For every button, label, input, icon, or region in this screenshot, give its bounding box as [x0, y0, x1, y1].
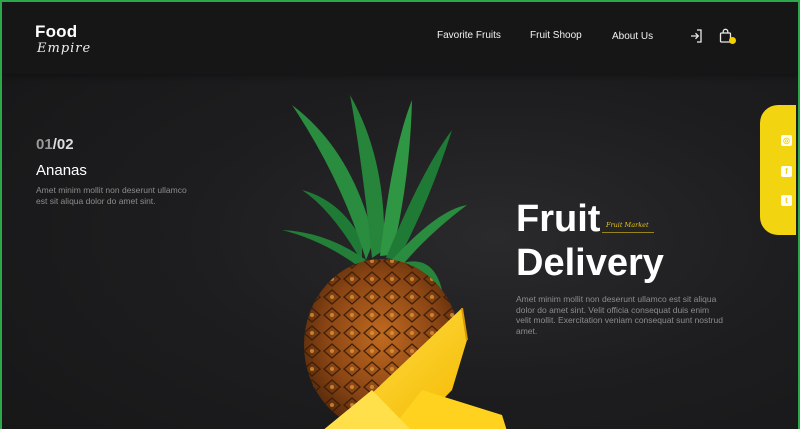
login-icon[interactable]	[688, 28, 704, 44]
twitter-icon[interactable]: t	[781, 195, 792, 206]
slide-counter: 01/02	[36, 136, 74, 153]
nav-favorite-fruits[interactable]: Favorite Fruits	[437, 30, 501, 41]
hero-description: Amet minim mollit non deserunt ullamco e…	[516, 294, 723, 336]
slide-description: Amet minim mollit non deserunt ullamco e…	[36, 185, 187, 206]
logo-subtext: Empire	[37, 41, 92, 56]
facebook-icon[interactable]: f	[781, 166, 792, 177]
logo-text: Food	[35, 22, 78, 41]
hero-tagline: Fruit Market	[606, 221, 649, 229]
header-bar: Food Empire Favorite Fruits Fruit Shoop …	[2, 2, 798, 74]
slide-current: 01	[36, 136, 53, 153]
app-frame: Food Empire Favorite Fruits Fruit Shoop …	[0, 0, 800, 429]
hero-title: Fruit Delivery	[516, 197, 664, 285]
pineapple-image	[282, 95, 507, 429]
hero-title-line2: Delivery	[516, 242, 664, 284]
nav-fruit-shop[interactable]: Fruit Shoop	[530, 30, 582, 41]
slide-total: 02	[56, 136, 74, 153]
hero-title-line1: Fruit	[516, 198, 601, 240]
nav-about-us[interactable]: About Us	[612, 31, 653, 42]
tagline-underline	[602, 232, 654, 233]
logo[interactable]: Food Empire	[35, 22, 91, 57]
shopping-bag-icon[interactable]	[718, 28, 736, 44]
instagram-icon[interactable]: ◎	[781, 135, 792, 146]
cart-badge	[729, 37, 736, 44]
slide-title: Ananas	[36, 162, 87, 179]
